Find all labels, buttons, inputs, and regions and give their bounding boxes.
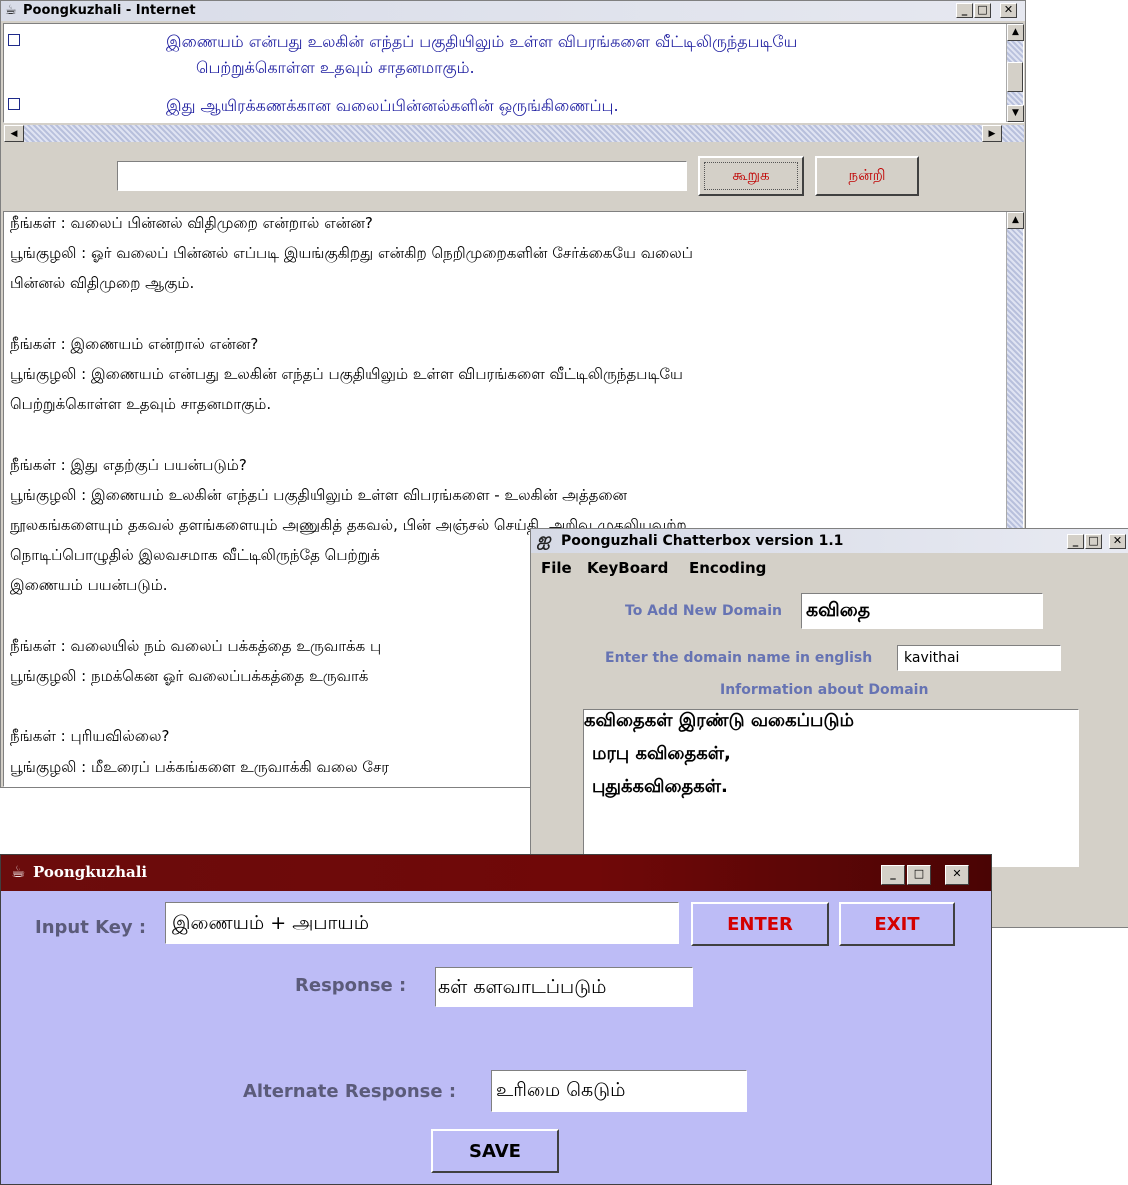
input-key-value: இணையம் + அபாயம் — [172, 912, 369, 934]
title-bar[interactable]: ஐ Poonguzhali Chatterbox version 1.1 _ □… — [531, 529, 1128, 553]
say-button[interactable]: கூறுக — [698, 156, 804, 196]
save-button[interactable]: SAVE — [431, 1129, 559, 1173]
english-name-value: kavithai — [904, 650, 960, 666]
scroll-thumb[interactable] — [1007, 62, 1023, 92]
list-item[interactable]: இணையம் என்பது உலகின் எந்தப் பகுதியிலும் … — [8, 32, 998, 82]
english-name-input[interactable]: kavithai — [897, 645, 1061, 671]
checkbox[interactable] — [8, 98, 20, 110]
new-domain-label: To Add New Domain — [625, 603, 782, 619]
domain-info-textarea[interactable]: கவிதைகள் இரண்டு வகைப்படும் மரபு கவிதைகள்… — [583, 709, 1079, 867]
chat-line: பூங்குழலி : ஓர் வலைப் பின்னல் எப்படி இயங… — [10, 244, 693, 263]
chat-line: இணையம் பயன்படும். — [10, 576, 168, 595]
chat-line: பின்னல் விதிமுறை ஆகும். — [10, 274, 195, 293]
chat-line: பூங்குழலி : இணையம் என்பது உலகின் எந்தப் … — [10, 365, 683, 383]
close-button[interactable]: ✕ — [1109, 534, 1126, 549]
chat-line: பூங்குழலி : இணையம் உலகின் எந்தப் பகுதியி… — [10, 485, 628, 504]
scroll-up-icon[interactable]: ▲ — [1007, 212, 1024, 229]
alternate-response-value: உரிமை கெடும் — [496, 1079, 626, 1101]
thanks-button-label: நன்றி — [848, 166, 886, 184]
exit-button[interactable]: EXIT — [839, 902, 955, 946]
response-field[interactable]: கள் களவாடப்படும் — [435, 967, 693, 1007]
domain-info-label: Information about Domain — [720, 682, 929, 698]
java-cup-icon: ☕ — [11, 862, 26, 881]
chat-line: நீங்கள் : வலைப் பின்னல் விதிமுறை என்றால்… — [10, 214, 373, 232]
maximize-button[interactable]: □ — [1085, 534, 1102, 549]
title-bar[interactable]: ☕ Poongkuzhali - Internet _ □ ✕ — [1, 1, 1025, 21]
maximize-button[interactable]: □ — [907, 865, 931, 885]
new-domain-value: கவிதை — [806, 599, 871, 621]
menu-bar: File KeyBoard Encoding — [531, 555, 1128, 581]
topic-list: இணையம் என்பது உலகின் எந்தப் பகுதியிலும் … — [3, 23, 1024, 123]
info-line: புதுக்கவிதைகள். — [592, 776, 728, 797]
menu-encoding[interactable]: Encoding — [689, 559, 766, 577]
menu-file[interactable]: File — [541, 559, 572, 577]
new-domain-input[interactable]: கவிதை — [801, 593, 1043, 629]
window-title: Poonguzhali Chatterbox version 1.1 — [561, 533, 844, 549]
chat-line: நீங்கள் : இணையம் என்றால் என்ன? — [10, 334, 259, 353]
minimize-button[interactable]: _ — [1067, 534, 1084, 549]
input-key-label: Input Key : — [35, 917, 147, 938]
exit-button-label: EXIT — [874, 914, 920, 935]
enter-button[interactable]: ENTER — [691, 902, 829, 946]
list-vertical-scrollbar[interactable]: ▲ ▼ — [1006, 24, 1024, 122]
checkbox[interactable] — [8, 34, 20, 46]
alternate-response-field[interactable]: உரிமை கெடும் — [491, 1070, 747, 1112]
chat-line: நீங்கள் : வலையில் நம் வலைப் பக்கத்தை உரு… — [10, 636, 382, 655]
response-label: Response : — [295, 975, 407, 996]
save-button-label: SAVE — [469, 1141, 521, 1162]
enter-button-label: ENTER — [727, 914, 793, 935]
input-key-field[interactable]: இணையம் + அபாயம் — [165, 902, 679, 944]
info-line: கவிதைகள் இரண்டு வகைப்படும் — [584, 710, 854, 731]
minimize-button[interactable]: _ — [881, 865, 905, 885]
scroll-left-icon[interactable]: ◀ — [4, 125, 24, 142]
maximize-button[interactable]: □ — [974, 3, 991, 18]
english-name-label: Enter the domain name in english — [605, 650, 873, 666]
title-bar[interactable]: ☕ Poongkuzhali _ □ ✕ — [1, 855, 991, 891]
response-value: கள் களவாடப்படும் — [438, 976, 607, 998]
chat-line: நீங்கள் : இது எதற்குப் பயன்படும்? — [10, 455, 247, 474]
alternate-response-label: Alternate Response : — [243, 1081, 457, 1102]
list-item[interactable]: இது ஆயிரக்கணக்கான வலைப்பின்னல்களின் ஒருங… — [8, 96, 998, 120]
list-item-text: பெற்றுக்கொள்ள உதவும் சாதனமாகும். — [196, 58, 475, 77]
scroll-up-icon[interactable]: ▲ — [1007, 24, 1024, 41]
chat-line: நொடிப்பொழுதில் இலவசமாக வீட்டிலிருந்தே பெ… — [10, 546, 380, 565]
chat-line: பூங்குழலி : மீஉரைப் பக்கங்களை உருவாக்கி … — [10, 757, 390, 776]
java-cup-icon: ☕ — [5, 3, 17, 18]
say-button-label: கூறுக — [732, 166, 770, 184]
window-title: Poongkuzhali — [33, 863, 148, 881]
tamil-logo-icon: ஐ — [537, 530, 551, 550]
close-button[interactable]: ✕ — [945, 865, 969, 885]
close-button[interactable]: ✕ — [1000, 3, 1017, 18]
chat-line: பெற்றுக்கொள்ள உதவும் சாதனமாகும். — [10, 395, 272, 414]
chat-line: பூங்குழலி : நமக்கென ஓர் வலைப்பக்கத்தை உர… — [10, 667, 369, 685]
trainer-window: ☕ Poongkuzhali _ □ ✕ Input Key : இணையம் … — [0, 854, 992, 1185]
menu-keyboard[interactable]: KeyBoard — [587, 559, 668, 577]
list-item-text: இணையம் என்பது உலகின் எந்தப் பகுதியிலும் … — [166, 32, 798, 51]
scroll-down-icon[interactable]: ▼ — [1007, 105, 1024, 122]
chat-line: நீங்கள் : புரியவில்லை? — [10, 727, 170, 746]
list-horizontal-scrollbar[interactable]: ◀ ▶ — [4, 125, 1024, 142]
list-item-text: இது ஆயிரக்கணக்கான வலைப்பின்னல்களின் ஒருங… — [166, 96, 619, 115]
thanks-button[interactable]: நன்றி — [815, 156, 919, 196]
info-line: மரபு கவிதைகள், — [592, 743, 731, 764]
scroll-right-icon[interactable]: ▶ — [982, 125, 1002, 142]
minimize-button[interactable]: _ — [956, 3, 973, 18]
question-input[interactable] — [117, 161, 687, 191]
window-title: Poongkuzhali - Internet — [23, 3, 196, 18]
